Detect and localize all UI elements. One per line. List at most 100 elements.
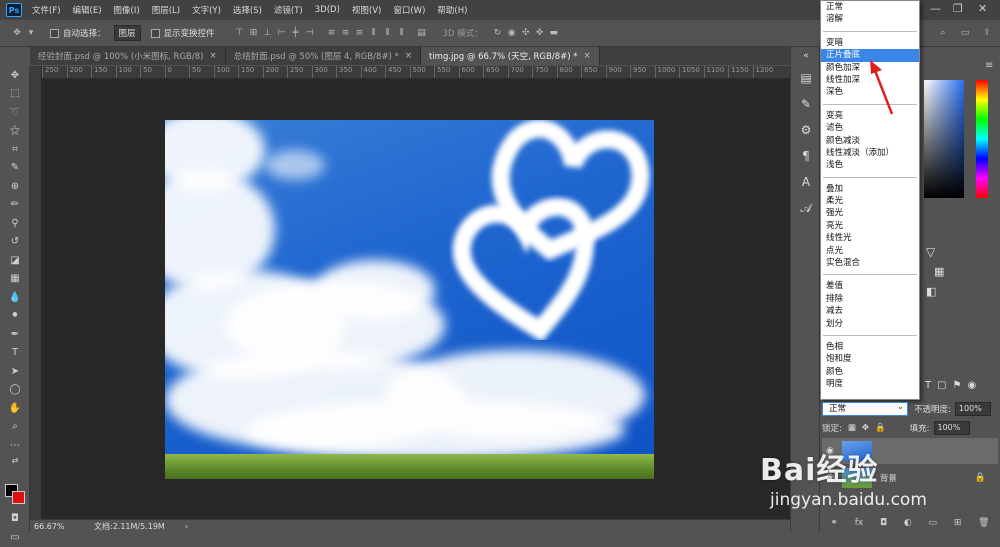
show-transform-checkbox[interactable] (150, 28, 160, 38)
menu-image[interactable]: 图像(I) (114, 4, 140, 16)
path-select-icon[interactable]: ➤ (0, 362, 30, 381)
blend-menu-item[interactable]: 差值 (821, 280, 919, 292)
align-vcenter-icon[interactable]: ⊞ (247, 28, 261, 38)
align-hcenter-icon[interactable]: ╪ (289, 28, 303, 38)
align-left-icon[interactable]: ⊢ (275, 28, 289, 38)
menu-layer[interactable]: 图层(L) (152, 4, 180, 16)
tab-doc-2[interactable]: 总结封面.psd @ 50% (图层 4, RGB/8#) * × (226, 47, 421, 65)
blend-menu-item[interactable]: 颜色 (821, 366, 919, 378)
quick-mask-icon[interactable]: ◘ (0, 509, 30, 528)
hue-slider[interactable] (976, 80, 988, 198)
close-icon[interactable]: × (209, 51, 216, 61)
hand-tool-icon[interactable]: ✋ (0, 399, 30, 418)
show-transform-option[interactable]: 显示变换控件 (150, 27, 215, 39)
auto-select-option[interactable]: 自动选择： (50, 27, 106, 39)
blend-menu-item[interactable]: 线性减淡（添加） (821, 147, 919, 159)
restore-icon[interactable]: ❐ (953, 2, 963, 15)
auto-align-icon[interactable]: ▤ (415, 28, 429, 38)
menu-view[interactable]: 视图(V) (352, 4, 381, 16)
blend-menu-item[interactable]: 滤色 (821, 122, 919, 134)
menu-select[interactable]: 选择(S) (233, 4, 262, 16)
zoom-level[interactable]: 66.67% (34, 522, 84, 531)
ellipse-tool-icon[interactable]: ◯ (0, 381, 30, 400)
panel-menu-icon[interactable]: ≡ (985, 60, 993, 71)
marquee-tool-icon[interactable]: ⬚ (0, 85, 30, 104)
slide-3d-icon[interactable]: ✜ (533, 28, 547, 38)
orbit-3d-icon[interactable]: ↻ (491, 28, 505, 38)
distribute-vcenter-icon[interactable]: ≡ (339, 28, 353, 38)
grid-icon[interactable]: ▦ (934, 265, 944, 278)
adjust-panel-icon[interactable]: ⚙ (791, 117, 821, 143)
crop-tool-icon[interactable]: ⌗ (0, 140, 30, 159)
dodge-tool-icon[interactable]: ⚫ (0, 307, 30, 326)
menu-3d[interactable]: 3D(D) (315, 5, 340, 15)
blend-menu-item[interactable]: 线性光 (821, 232, 919, 244)
blend-menu-item[interactable]: 颜色减淡 (821, 135, 919, 147)
tab-doc-3[interactable]: timg.jpg @ 66.7% (天空, RGB/8#) * × (420, 47, 600, 65)
paragraph-panel-icon[interactable]: ¶ (791, 143, 821, 169)
scale-3d-icon[interactable]: ▬ (547, 28, 561, 38)
blend-menu-item[interactable]: 明度 (821, 378, 919, 390)
background-color-swatch[interactable] (12, 491, 25, 504)
close-window-icon[interactable]: ✕ (978, 2, 987, 15)
color-picker-field[interactable] (924, 80, 964, 198)
trash-icon[interactable]: 🗑 (978, 518, 989, 528)
distribute-left-icon[interactable]: ⫴ (367, 28, 381, 38)
search-icon[interactable]: ⌕ (936, 28, 950, 38)
link-icon[interactable]: ⚭ (830, 518, 838, 528)
blend-menu-item[interactable]: 变暗 (821, 37, 919, 49)
lock-all-icon[interactable]: 🔒 (875, 423, 886, 433)
blend-menu-item[interactable]: 点光 (821, 245, 919, 257)
history-brush-icon[interactable]: ↺ (0, 233, 30, 252)
menu-edit[interactable]: 编辑(E) (73, 4, 102, 16)
menu-help[interactable]: 帮助(H) (437, 4, 467, 16)
auto-select-dropdown[interactable]: 图层 (113, 25, 141, 41)
new-layer-icon[interactable]: ⊞ (954, 518, 962, 528)
lasso-tool-icon[interactable]: ➰ (0, 103, 30, 122)
pen-tool-icon[interactable]: ✒ (0, 325, 30, 344)
blend-menu-item[interactable]: 减去 (821, 305, 919, 317)
align-bottom-icon[interactable]: ⊥ (261, 28, 275, 38)
blend-menu-item[interactable]: 柔光 (821, 195, 919, 207)
chevron-down-icon[interactable]: ▾ (24, 28, 38, 38)
auto-select-checkbox[interactable] (50, 28, 59, 38)
blend-menu-item[interactable]: 浅色 (821, 159, 919, 171)
history-panel-icon[interactable]: ▤ (791, 65, 821, 91)
distribute-bottom-icon[interactable]: ≡ (353, 28, 367, 38)
triangle-icon[interactable]: ▽ (926, 245, 935, 259)
collapse-panels-icon[interactable]: « (791, 47, 821, 65)
roll-3d-icon[interactable]: ◉ (505, 28, 519, 38)
status-arrow-icon[interactable]: › (185, 522, 188, 531)
blend-menu-item[interactable]: 叠加 (821, 183, 919, 195)
close-icon[interactable]: × (405, 51, 412, 61)
menu-filter[interactable]: 滤镜(T) (274, 4, 303, 16)
eyedropper-icon[interactable]: ✎ (0, 159, 30, 178)
lock-position-icon[interactable]: ✥ (862, 423, 869, 433)
move-tool-icon[interactable]: ✥ (10, 28, 24, 38)
menu-window[interactable]: 窗口(W) (393, 4, 425, 16)
gradient-tool-icon[interactable]: ▦ (0, 270, 30, 289)
zoom-tool-icon[interactable]: ⌕ (0, 418, 30, 437)
opacity-input[interactable]: 100% (954, 402, 991, 416)
fx-icon[interactable]: fx (855, 518, 864, 528)
blend-menu-item[interactable]: 强光 (821, 207, 919, 219)
share-icon[interactable]: ⇪ (980, 28, 994, 38)
minimize-icon[interactable]: — (930, 2, 941, 15)
screen-mode-icon[interactable]: ▭ (0, 528, 30, 547)
align-top-icon[interactable]: ⊤ (233, 28, 247, 38)
magic-wand-icon[interactable]: ⚝ (0, 122, 30, 141)
blend-menu-item[interactable]: 溶解 (821, 13, 919, 25)
mask-icon[interactable]: ◘ (880, 518, 887, 528)
blur-tool-icon[interactable]: 💧 (0, 288, 30, 307)
eraser-tool-icon[interactable]: ◪ (0, 251, 30, 270)
menu-type[interactable]: 文字(Y) (192, 4, 221, 16)
blend-mode-select[interactable]: 正常 (822, 401, 908, 416)
distribute-hcenter-icon[interactable]: ⫴ (381, 28, 395, 38)
glyphs-panel-icon[interactable]: 𝒜 (791, 195, 821, 221)
pattern-icon[interactable]: ◧ (926, 285, 936, 298)
drag-3d-icon[interactable]: ✣ (519, 28, 533, 38)
fill-input[interactable]: 100% (933, 421, 970, 435)
blend-menu-item[interactable]: 排除 (821, 293, 919, 305)
blend-menu-item[interactable]: 划分 (821, 318, 919, 330)
healing-brush-icon[interactable]: ⊕ (0, 177, 30, 196)
